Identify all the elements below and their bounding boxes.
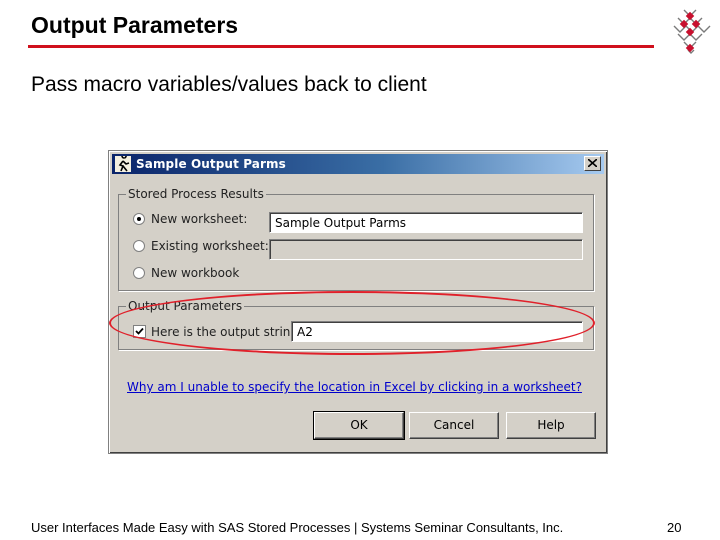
close-icon [588,159,597,167]
existing-worksheet-radio[interactable] [133,240,145,252]
new-worksheet-label: New worksheet: [151,212,248,226]
slide-footer: User Interfaces Made Easy with SAS Store… [31,520,564,535]
output-string-label: Here is the output string [151,325,299,339]
help-button[interactable]: Help [506,412,596,439]
new-workbook-label: New workbook [151,266,240,280]
company-logo-icon [673,9,711,54]
dialog-titlebar[interactable]: Sample Output Parms [112,154,604,174]
existing-worksheet-label: Existing worksheet: [151,239,269,253]
group-legend: Output Parameters [126,299,245,313]
new-worksheet-input[interactable]: Sample Output Parms [269,212,583,233]
title-divider [28,45,654,48]
close-button[interactable] [584,156,601,171]
excel-location-help-link[interactable]: Why am I unable to specify the location … [127,380,582,394]
output-string-checkbox[interactable] [133,325,146,338]
cancel-button[interactable]: Cancel [409,412,499,439]
slide-subtitle: Pass macro variables/values back to clie… [31,73,427,96]
dialog-title: Sample Output Parms [136,157,286,171]
output-string-input[interactable]: A2 [291,321,583,342]
ok-button[interactable]: OK [313,411,405,440]
new-worksheet-radio[interactable] [133,213,145,225]
checkmark-icon [135,327,144,335]
page-number: 20 [667,520,682,535]
sas-runner-icon [115,156,131,172]
existing-worksheet-input[interactable] [269,239,583,260]
group-legend: Stored Process Results [126,187,266,201]
new-workbook-radio[interactable] [133,267,145,279]
slide-title: Output Parameters [31,12,239,38]
sample-output-parms-dialog: Sample Output Parms Stored Process Resul… [108,150,608,454]
